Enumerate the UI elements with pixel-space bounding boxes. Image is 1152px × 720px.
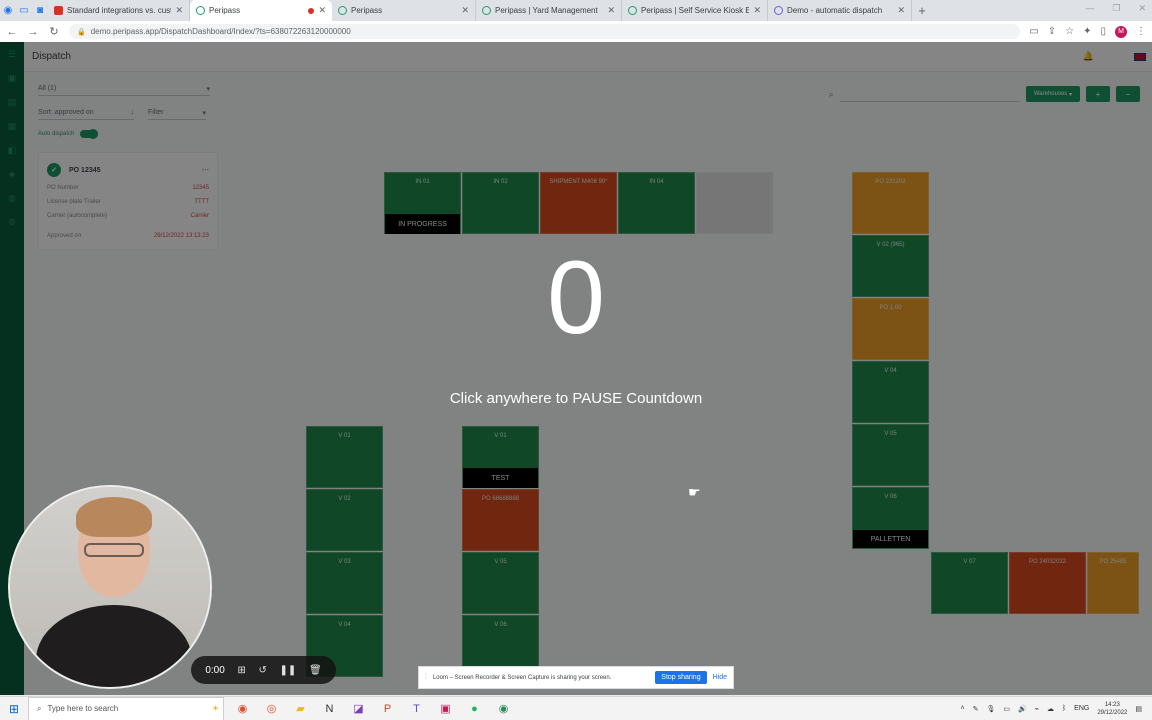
network-icon[interactable]: ⌁ xyxy=(1035,705,1039,713)
hide-button[interactable]: Hide xyxy=(713,674,727,681)
taskbar-search-placeholder: Type here to search xyxy=(47,704,119,713)
profile-avatar[interactable]: M xyxy=(1115,25,1127,38)
kebab-menu-icon[interactable]: ⋮ xyxy=(1136,26,1146,37)
taskbar-search[interactable]: ⌕ Type here to search ☀ xyxy=(28,696,224,720)
tab-label: Demo - automatic dispatch xyxy=(787,6,883,15)
forward-icon[interactable]: → xyxy=(27,26,39,38)
tab-label: Peripass xyxy=(209,6,241,15)
hand-cursor-icon: ☛ xyxy=(688,484,701,500)
back-icon[interactable]: ← xyxy=(6,26,18,38)
app-icon[interactable]: ▣ xyxy=(431,697,460,720)
maximize-icon[interactable]: ❐ xyxy=(1112,3,1120,14)
pause-countdown-message[interactable]: Click anywhere to PAUSE Countdown xyxy=(0,390,1152,407)
clock-time: 14:23 xyxy=(1104,701,1120,708)
url-field[interactable]: 🔒 demo.peripass.app/DispatchDashboard/In… xyxy=(69,24,1021,39)
tab-label: Peripass | Yard Management xyxy=(495,6,598,15)
browser-tab[interactable]: Demo - automatic dispatch ✕ xyxy=(768,0,912,21)
x-logo-icon xyxy=(54,6,63,15)
url-text: demo.peripass.app/DispatchDashboard/Inde… xyxy=(90,27,351,36)
chevron-up-icon[interactable]: ˄ xyxy=(961,705,965,712)
new-tab-button[interactable]: + xyxy=(912,0,932,21)
close-window-icon[interactable]: ✕ xyxy=(1138,3,1146,14)
trash-icon[interactable]: 🗑 xyxy=(309,665,322,676)
browser-tab[interactable]: Peripass ✕ xyxy=(332,0,476,21)
share-icon[interactable]: ⇪ xyxy=(1048,26,1056,37)
taskbar-apps: ◉ ◎ ▰ N ◪ P T ▣ ● ◉ xyxy=(228,697,518,720)
speaker-icon[interactable]: 🔊 xyxy=(1018,705,1027,713)
browser-tab[interactable]: Peripass | Self Service Kiosk Engi ✕ xyxy=(622,0,768,21)
sharing-message: Loom – Screen Recorder & Screen Capture … xyxy=(432,674,612,681)
notifications-icon[interactable]: ▤ xyxy=(1135,705,1142,713)
stop-sharing-button[interactable]: Stop sharing xyxy=(655,671,707,684)
tab-list-icon[interactable]: ▭ xyxy=(16,0,32,21)
powerpoint-icon[interactable]: P xyxy=(373,697,402,720)
display-icon[interactable]: ▭ xyxy=(1003,705,1010,713)
recording-icon xyxy=(308,7,315,14)
lock-icon: 🔒 xyxy=(77,28,86,36)
search-icon: ⌕ xyxy=(37,703,42,713)
clock-date: 29/12/2022 xyxy=(1097,709,1128,716)
webcam-person-glasses xyxy=(84,543,144,557)
system-tray: ˄ ✎ 🎙 ▭ 🔊 ⌁ ☁ ᛒ ENG 14:23 29/12/2022 ▤ xyxy=(961,701,1152,717)
minimize-icon[interactable]: — xyxy=(1085,3,1094,14)
browser-tab[interactable]: Peripass | Yard Management ✕ xyxy=(476,0,622,21)
close-icon[interactable]: ✕ xyxy=(175,5,183,16)
loom-icon xyxy=(774,6,783,15)
recording-timer: 0:00 xyxy=(205,664,225,676)
close-icon[interactable]: ✕ xyxy=(318,5,326,16)
tab-search-icon[interactable]: ◉ xyxy=(0,0,16,21)
peripass-icon xyxy=(482,6,491,15)
address-bar-row: ← → ↻ 🔒 demo.peripass.app/DispatchDashbo… xyxy=(0,21,1152,42)
pause-icon[interactable]: ❚❚ xyxy=(280,665,297,676)
onenote-icon[interactable]: ◪ xyxy=(344,697,373,720)
webcam-bubble[interactable] xyxy=(8,485,212,689)
chrome-icon[interactable]: ◉ xyxy=(228,697,257,720)
browser-tab-active[interactable]: Peripass ✕ xyxy=(190,0,332,21)
close-icon[interactable]: ✕ xyxy=(897,5,905,16)
close-icon[interactable]: ✕ xyxy=(753,5,761,16)
reload-icon[interactable]: ↻ xyxy=(48,25,60,38)
tab-label: Standard integrations vs. custom xyxy=(67,6,171,15)
chrome-app-icon[interactable]: ◉ xyxy=(489,697,518,720)
windows-start-icon[interactable]: ⊞ xyxy=(0,697,28,720)
bluetooth-icon[interactable]: ᛒ xyxy=(1062,705,1066,712)
language-indicator[interactable]: ENG xyxy=(1074,705,1089,712)
drag-handle-icon[interactable]: ⁞ xyxy=(425,674,427,681)
cast-icon[interactable]: ▭ xyxy=(1029,26,1038,37)
cloud-icon[interactable]: ☁ xyxy=(1047,705,1054,713)
notion-icon[interactable]: N xyxy=(315,697,344,720)
tab-label: Peripass | Self Service Kiosk Engi xyxy=(641,6,750,15)
close-icon[interactable]: ✕ xyxy=(607,5,615,16)
peripass-icon xyxy=(628,6,637,15)
browser-tab-bar: ◉ ▭ ◙ Standard integrations vs. custom ✕… xyxy=(0,0,1152,21)
bookmark-star-icon[interactable]: ☆ xyxy=(1065,26,1074,37)
windows-taskbar: ⊞ ⌕ Type here to search ☀ ◉ ◎ ▰ N ◪ P T … xyxy=(0,696,1152,720)
spotify-icon[interactable]: ● xyxy=(460,697,489,720)
close-icon[interactable]: ✕ xyxy=(461,5,469,16)
peripass-icon xyxy=(196,6,205,15)
taskbar-clock[interactable]: 14:23 29/12/2022 xyxy=(1097,701,1127,717)
restart-icon[interactable]: ↺ xyxy=(259,665,267,676)
grid-icon[interactable]: ⊞ xyxy=(237,665,245,676)
recording-controls: 0:00 ⊞ ↺ ❚❚ 🗑 xyxy=(191,656,336,684)
countdown-number: 0 xyxy=(547,240,605,356)
extensions-icon[interactable]: ✦ xyxy=(1083,26,1091,37)
weather-icon: ☀ xyxy=(211,704,219,713)
tab-label: Peripass xyxy=(351,6,383,15)
chrome-profile-icon[interactable]: ◎ xyxy=(257,697,286,720)
outlook-icon[interactable]: ◙ xyxy=(32,0,48,21)
webcam-person-hair xyxy=(76,497,152,537)
browser-tab[interactable]: Standard integrations vs. custom ✕ xyxy=(48,0,190,21)
sidebar-icon[interactable]: ▯ xyxy=(1100,26,1106,37)
window-controls: — ❐ ✕ xyxy=(1085,3,1146,14)
screen-sharing-bar: ⁞ Loom – Screen Recorder & Screen Captur… xyxy=(418,666,734,689)
file-explorer-icon[interactable]: ▰ xyxy=(286,697,315,720)
teams-icon[interactable]: T xyxy=(402,697,431,720)
peripass-icon xyxy=(338,6,347,15)
microphone-icon[interactable]: 🎙 xyxy=(987,705,996,713)
pen-icon[interactable]: ✎ xyxy=(973,705,979,713)
